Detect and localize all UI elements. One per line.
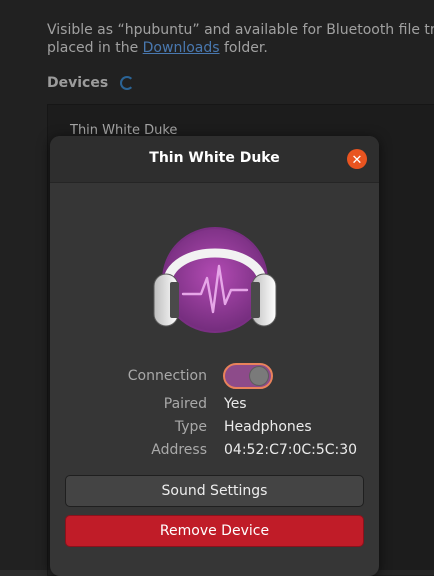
paired-value: Yes	[224, 396, 247, 412]
dialog-header: Thin White Duke ✕	[50, 136, 379, 183]
remove-device-button[interactable]: Remove Device	[65, 515, 364, 547]
address-row: Address 04:52:C7:0C:5C:30	[50, 442, 379, 464]
type-value: Headphones	[224, 419, 312, 435]
connection-toggle[interactable]	[223, 363, 273, 389]
paired-row: Paired Yes	[50, 396, 379, 418]
connection-label: Connection	[127, 368, 207, 384]
device-dialog: Thin White Duke ✕ Connection Paired Yes …	[50, 136, 379, 576]
headphones-icon	[153, 227, 277, 333]
address-value: 04:52:C7:0C:5C:30	[224, 442, 358, 458]
type-label: Type	[174, 419, 207, 435]
toggle-knob	[249, 366, 269, 386]
connection-row: Connection	[50, 363, 379, 390]
close-button[interactable]: ✕	[347, 149, 367, 169]
paired-label: Paired	[163, 396, 207, 412]
type-row: Type Headphones	[50, 419, 379, 441]
dialog-title: Thin White Duke	[149, 150, 280, 166]
close-icon: ✕	[351, 151, 363, 167]
sound-settings-button[interactable]: Sound Settings	[65, 475, 364, 507]
address-label: Address	[151, 442, 207, 458]
